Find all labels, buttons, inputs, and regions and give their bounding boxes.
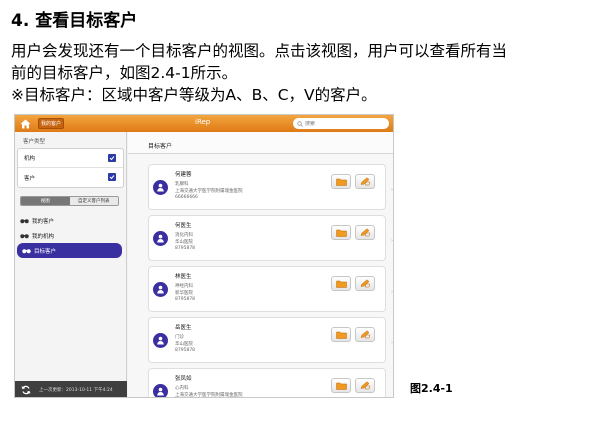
avatar-icon: [153, 282, 168, 297]
filter-customer[interactable]: 客户: [18, 168, 123, 187]
filter-label: 客户: [24, 175, 36, 182]
customer-name: 张凤如: [175, 376, 192, 382]
view-item-my-institutions[interactable]: 我的机构: [15, 228, 126, 243]
customer-department: 消化内科: [175, 233, 193, 238]
avatar-icon: [153, 333, 168, 348]
view-item-label: 目标客户: [34, 248, 57, 255]
customer-hospital: 华山医院: [175, 240, 193, 245]
edit-note-icon[interactable]: [355, 378, 375, 393]
main-header: 目标客户: [128, 132, 393, 154]
customer-phone: 8795878: [175, 297, 196, 302]
avatar-icon: [153, 384, 168, 397]
avatar-icon: [153, 231, 168, 246]
last-update-text: 上一次更新：2013-10-11 下午4:24: [39, 388, 113, 393]
filter-section-title: 客户类型: [23, 139, 46, 145]
list-item[interactable]: 何建蓉 乳腺科 上海交通大学医学院附属瑞金医院 66666666 ›: [148, 164, 393, 210]
customer-name: 岳医生: [175, 325, 192, 331]
segment-custom-lists[interactable]: 自定义客户列表: [69, 197, 118, 205]
list-item[interactable]: 何医生 消化内科 华山医院 8795878 ›: [148, 215, 393, 261]
binoculars-icon: [20, 233, 29, 239]
customer-hospital: 新华医院: [175, 291, 193, 296]
edit-note-icon[interactable]: [355, 174, 375, 189]
customer-hospital: 上海交通大学医学院附属瑞金医院: [175, 393, 243, 398]
page-title: 目标客户: [148, 143, 173, 150]
paragraph-line-3: ※目标客户：区域中客户等级为A、B、C，V的客户。: [11, 86, 377, 104]
customer-department: 心内科: [175, 386, 189, 391]
folder-icon[interactable]: [331, 327, 351, 342]
folder-icon[interactable]: [331, 174, 351, 189]
paragraph-line-1: 用户会发现还有一个目标客户的视图。点击该视图，用户可以查看所有当: [11, 42, 508, 60]
sidebar: 客户类型 机构 客户 视图 自定义客户列表 我的客户 我的机构 目标客户 上一次…: [15, 132, 127, 397]
customer-list: 何建蓉 乳腺科 上海交通大学医学院附属瑞金医院 66666666 › 何医生 消…: [148, 164, 393, 398]
customer-department: 神经内科: [175, 284, 193, 289]
sync-icon[interactable]: [21, 385, 31, 395]
checkbox-checked-icon[interactable]: [108, 154, 116, 162]
list-item[interactable]: 岳医生 门诊 华山医院 8795878 ›: [148, 317, 393, 363]
view-item-label: 我的机构: [32, 233, 55, 240]
customer-hospital: 上海交通大学医学院附属瑞金医院: [175, 189, 243, 194]
figure-caption: 图2.4-1: [410, 382, 453, 395]
customer-phone: 8795878: [175, 348, 196, 353]
customer-phone: 66666666: [175, 195, 198, 200]
chevron-right-icon: ›: [391, 289, 393, 295]
app-screenshot: 我的客户 iRep 客户类型 机构 客户 视: [14, 114, 394, 398]
customer-hospital: 华山医院: [175, 342, 193, 347]
app-title: iRep: [195, 118, 211, 126]
avatar-icon: [153, 180, 168, 195]
edit-note-icon[interactable]: [355, 225, 375, 240]
search-icon: [297, 120, 303, 127]
customer-name: 林医生: [175, 274, 192, 280]
chevron-right-icon: ›: [391, 238, 393, 244]
my-customers-tab[interactable]: 我的客户: [38, 118, 64, 129]
view-list: 我的客户 我的机构 目标客户: [15, 213, 126, 258]
edit-note-icon[interactable]: [355, 327, 375, 342]
section-heading: 4. 查看目标客户: [11, 11, 138, 31]
chevron-right-icon: ›: [391, 187, 393, 193]
binoculars-icon: [22, 248, 31, 254]
customer-department: 乳腺科: [175, 182, 189, 187]
main-panel: 目标客户 何建蓉 乳腺科 上海交通大学医学院附属瑞金医院 66666666 ›: [128, 132, 393, 398]
view-item-target-customers[interactable]: 目标客户: [17, 243, 122, 258]
customer-department: 门诊: [175, 335, 184, 340]
folder-icon[interactable]: [331, 276, 351, 291]
customer-name: 何建蓉: [175, 172, 192, 178]
list-item[interactable]: 张凤如 心内科 上海交通大学医学院附属瑞金医院 66666666: [148, 368, 386, 398]
chevron-right-icon: ›: [391, 340, 393, 346]
filter-institution[interactable]: 机构: [18, 149, 123, 168]
customer-phone: 8795878: [175, 246, 196, 251]
search-field[interactable]: [293, 118, 389, 129]
view-item-my-customers[interactable]: 我的客户: [15, 213, 126, 228]
edit-note-icon[interactable]: [355, 276, 375, 291]
segment-views[interactable]: 视图: [21, 197, 70, 205]
binoculars-icon: [20, 218, 29, 224]
customer-type-filter: 机构 客户: [17, 148, 124, 188]
paragraph-line-2: 前的目标客户，如图2.4-1所示。: [11, 64, 238, 82]
folder-icon[interactable]: [331, 378, 351, 393]
checkbox-checked-icon[interactable]: [108, 173, 116, 181]
home-icon[interactable]: [18, 117, 33, 130]
filter-label: 机构: [24, 156, 36, 162]
search-input[interactable]: [305, 120, 385, 127]
top-toolbar: 我的客户 iRep: [15, 115, 393, 132]
sync-footer: 上一次更新：2013-10-11 下午4:24: [15, 381, 127, 397]
customer-name: 何医生: [175, 223, 192, 229]
view-item-label: 我的客户: [32, 218, 55, 225]
folder-icon[interactable]: [331, 225, 351, 240]
list-item[interactable]: 林医生 神经内科 新华医院 8795878 ›: [148, 266, 393, 312]
view-mode-segment: 视图 自定义客户列表: [20, 196, 119, 206]
